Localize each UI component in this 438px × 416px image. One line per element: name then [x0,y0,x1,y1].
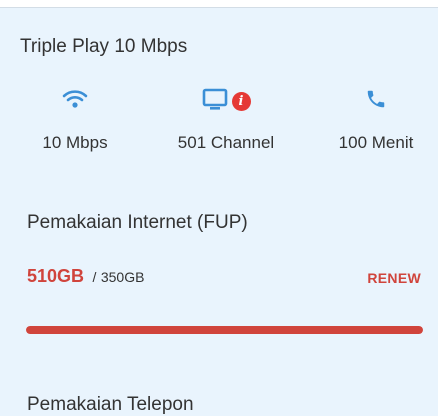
feature-tv-label: 501 Channel [177,133,275,152]
usage-progress-fill [26,326,423,334]
phone-usage-section-title: Pemakaian Telepon [27,394,194,415]
feature-internet-label: 10 Mbps [42,133,108,152]
feature-phone: 100 Menit [306,86,438,153]
usage-quota-value: 350GB [100,269,145,285]
phone-icon [365,88,387,115]
renew-button[interactable]: RENEW [367,270,421,286]
feature-phone-label: 100 Menit [338,133,414,152]
usage-separator: / [92,269,97,285]
usage-progress-bar [26,326,423,334]
usage-summary: 510GB / 350GB RENEW [27,266,422,290]
tv-icon [202,87,228,116]
plan-features: 10 Mbps i 501 Channel 100 Menit [0,86,438,166]
plan-title: Triple Play 10 Mbps [20,36,188,57]
top-divider [0,0,438,8]
wifi-icon [62,88,88,115]
usage-section-title: Pemakaian Internet (FUP) [27,212,248,233]
feature-tv: i 501 Channel [156,86,296,153]
feature-internet: 10 Mbps [5,86,145,153]
usage-used-value: 510GB [27,266,85,286]
info-alert-icon[interactable]: i [231,91,251,111]
